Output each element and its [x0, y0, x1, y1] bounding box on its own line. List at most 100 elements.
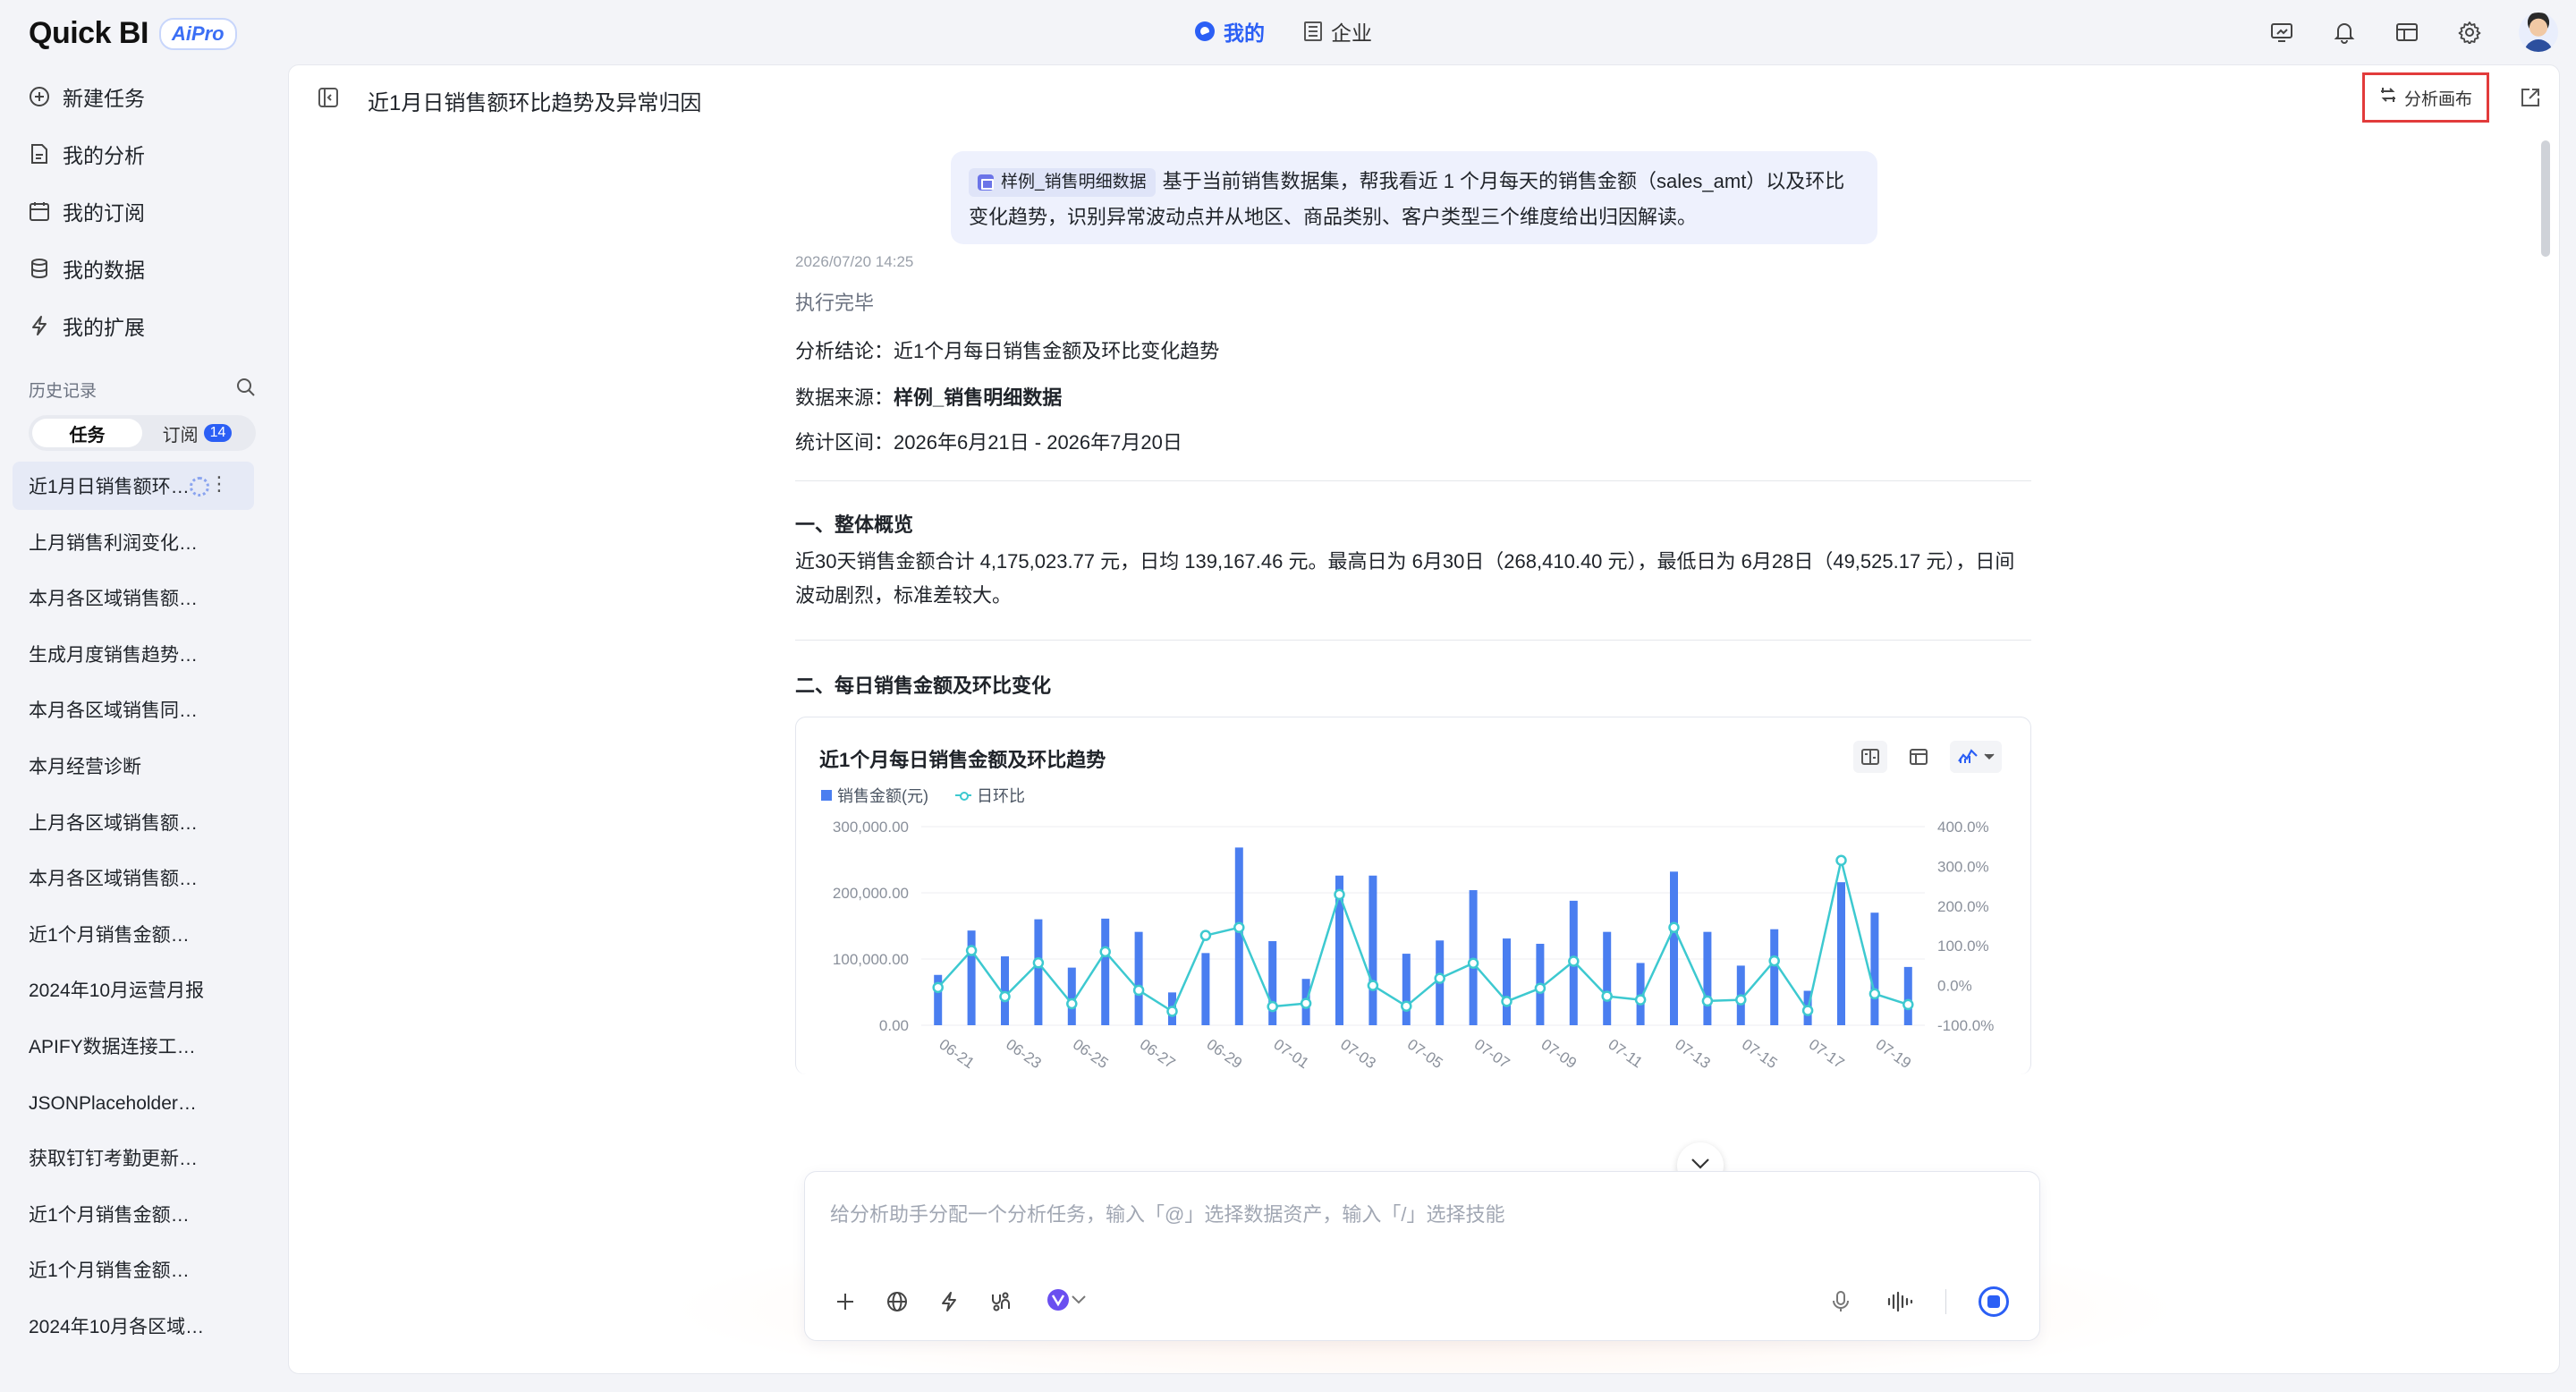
sidebar-item-new-task[interactable]: 新建任务: [29, 79, 145, 115]
segment-tasks[interactable]: 任务: [32, 419, 142, 447]
history-item[interactable]: 2024年10月各区域销售分析: [13, 1302, 254, 1350]
model-select[interactable]: [1039, 1288, 1093, 1315]
history-item[interactable]: 本月各区域销售同比变化: [13, 685, 254, 734]
chart-title: 近1个月每日销售金额及环比趋势: [819, 749, 1106, 771]
tab-enterprise[interactable]: 企业: [1304, 16, 1372, 47]
compass-icon: [1195, 21, 1215, 41]
history-item-label: 近1个月销售金额环比变化趋势: [29, 924, 208, 946]
history-item[interactable]: 上月各区域销售额同比变化分析: [13, 798, 254, 846]
dashboard-icon[interactable]: [2394, 19, 2420, 46]
history-item[interactable]: 上月销售利润变化分析及原因: [13, 518, 254, 566]
export-icon[interactable]: [2520, 87, 2541, 113]
canvas-icon: [2379, 86, 2397, 109]
legend-item-dod[interactable]: 日环比: [955, 784, 1025, 807]
conclusion-label: 分析结论：: [795, 340, 894, 362]
history-item[interactable]: 本月各区域销售额同比变化分析: [13, 853, 254, 902]
scrollbar[interactable]: [2541, 140, 2550, 257]
x-tick-label: 06-23: [1003, 1036, 1045, 1073]
sidebar-item-my-analysis[interactable]: 我的分析: [29, 136, 145, 172]
history-item-label: 本月各区域销售额同比变化情况: [29, 589, 208, 610]
compare-icon[interactable]: [1853, 741, 1887, 773]
chart-type-icon: [1957, 745, 1979, 769]
logo-text: Quick BI: [29, 16, 148, 50]
conclusion-value: 近1个月每日销售金额及环比变化趋势: [894, 340, 1220, 362]
avatar[interactable]: [2519, 13, 2558, 52]
history-item[interactable]: 近1个月销售金额及异常分析: [13, 1190, 254, 1238]
history-segmented-control: 任务 订阅 14: [29, 415, 256, 451]
x-tick-label: 06-25: [1070, 1036, 1112, 1073]
stop-button[interactable]: [1979, 1286, 2009, 1317]
y-left-tick: 100,000.00: [833, 951, 909, 968]
monitor-icon[interactable]: [2268, 19, 2295, 46]
history-item-label: 近1个月销售金额及趋势: [29, 1260, 208, 1282]
sidebar-item-my-extensions[interactable]: 我的扩展: [29, 308, 145, 344]
calendar-icon: [29, 200, 50, 222]
bar: [1402, 954, 1411, 1025]
tab-mine[interactable]: 我的: [1195, 16, 1265, 47]
dataset-chip[interactable]: 样例_销售明细数据: [969, 168, 1156, 198]
chart-type-select[interactable]: [1950, 741, 2002, 773]
x-tick-label: 07-19: [1873, 1036, 1915, 1073]
sidebar-item-my-subscriptions[interactable]: 我的订阅: [29, 193, 145, 229]
sidebar-item-my-data[interactable]: 我的数据: [29, 250, 145, 286]
building-icon: [1304, 21, 1322, 41]
tab-mine-label: 我的: [1224, 21, 1265, 45]
chat-input-box[interactable]: 给分析助手分配一个分析任务，输入「@」选择数据资产，输入「/」选择技能: [804, 1171, 2040, 1341]
line-point: [1701, 995, 1714, 1007]
more-options-icon[interactable]: ⋮: [209, 474, 229, 494]
combo-chart: 300,000.00 200,000.00 100,000.00 0.00 400.0%…: [833, 819, 1994, 1073]
bar: [1870, 912, 1879, 1025]
legend-swatch: [955, 790, 971, 801]
sidebar-collapse-icon[interactable]: [318, 87, 339, 113]
x-tick-label: 07-15: [1739, 1036, 1781, 1073]
microphone-icon[interactable]: [1827, 1288, 1854, 1315]
settings-icon[interactable]: [2456, 19, 2483, 46]
skills-icon[interactable]: [987, 1288, 1014, 1315]
history-item[interactable]: 获取钉钉考勤更新数据: [13, 1133, 254, 1182]
add-icon[interactable]: [832, 1288, 859, 1315]
line-point: [965, 945, 978, 956]
history-item-label: 近1月日销售额环比趋势及异常归因: [29, 477, 208, 497]
history-item[interactable]: 近1个月销售金额及趋势: [13, 1245, 254, 1294]
legend-item-sales[interactable]: 销售金额(元): [821, 784, 928, 807]
logo[interactable]: Quick BI AiPro: [29, 16, 237, 51]
line-point: [932, 981, 944, 994]
line-point: [1835, 854, 1847, 866]
y-left-tick: 300,000.00: [833, 819, 909, 836]
table-view-icon[interactable]: [1902, 741, 1936, 773]
line-point: [1801, 1005, 1814, 1016]
bell-icon[interactable]: [2331, 19, 2358, 46]
input-tools: [832, 1288, 1093, 1315]
history-item[interactable]: 近1个月销售金额环比变化趋势: [13, 910, 254, 958]
sidebar-item-label: 我的扩展: [63, 316, 145, 339]
divider: [795, 640, 2031, 641]
x-tick-label: 07-11: [1605, 1036, 1645, 1072]
analysis-canvas-button[interactable]: 分析画布: [2362, 72, 2489, 123]
line-point: [1233, 921, 1245, 934]
line-point: [1367, 980, 1379, 991]
history-item[interactable]: 本月经营诊断: [13, 742, 254, 790]
sidebar: 新建任务 我的分析 我的订阅 我的数据 我的扩展 历史记录 任务 订阅 14 近…: [0, 64, 277, 1392]
bar: [1368, 875, 1377, 1025]
input-actions: [1827, 1286, 2009, 1317]
chat-input[interactable]: 给分析助手分配一个分析任务，输入「@」选择数据资产，输入「/」选择技能: [830, 1199, 1504, 1227]
lightning-icon[interactable]: [936, 1288, 962, 1315]
history-item[interactable]: 本月各区域销售额同比变化情况: [13, 573, 254, 622]
segment-subscriptions[interactable]: 订阅 14: [142, 419, 252, 447]
history-item[interactable]: APIFY数据连接工具介绍: [13, 1022, 254, 1070]
tab-enterprise-label: 企业: [1331, 21, 1372, 45]
history-item[interactable]: 近1月日销售额环比趋势及异常归因⋮: [13, 462, 254, 510]
voice-wave-icon[interactable]: [1886, 1288, 1913, 1315]
divider: [795, 480, 2031, 481]
legend-label: 日环比: [977, 787, 1025, 805]
y-right-tick: 300.0%: [1937, 858, 1989, 875]
history-item[interactable]: 2024年10月运营月报: [13, 965, 254, 1014]
globe-icon[interactable]: [884, 1288, 911, 1315]
line-point: [1132, 984, 1145, 997]
analysis-canvas-label: 分析画布: [2403, 89, 2472, 109]
search-icon[interactable]: [236, 378, 256, 402]
history-item[interactable]: 生成月度销售趋势仪表板: [13, 630, 254, 678]
history-item[interactable]: JSONPlaceholder获取数据: [13, 1078, 254, 1126]
history-item-label: 本月各区域销售同比变化: [29, 700, 208, 722]
x-tick-label: 06-27: [1137, 1036, 1179, 1073]
